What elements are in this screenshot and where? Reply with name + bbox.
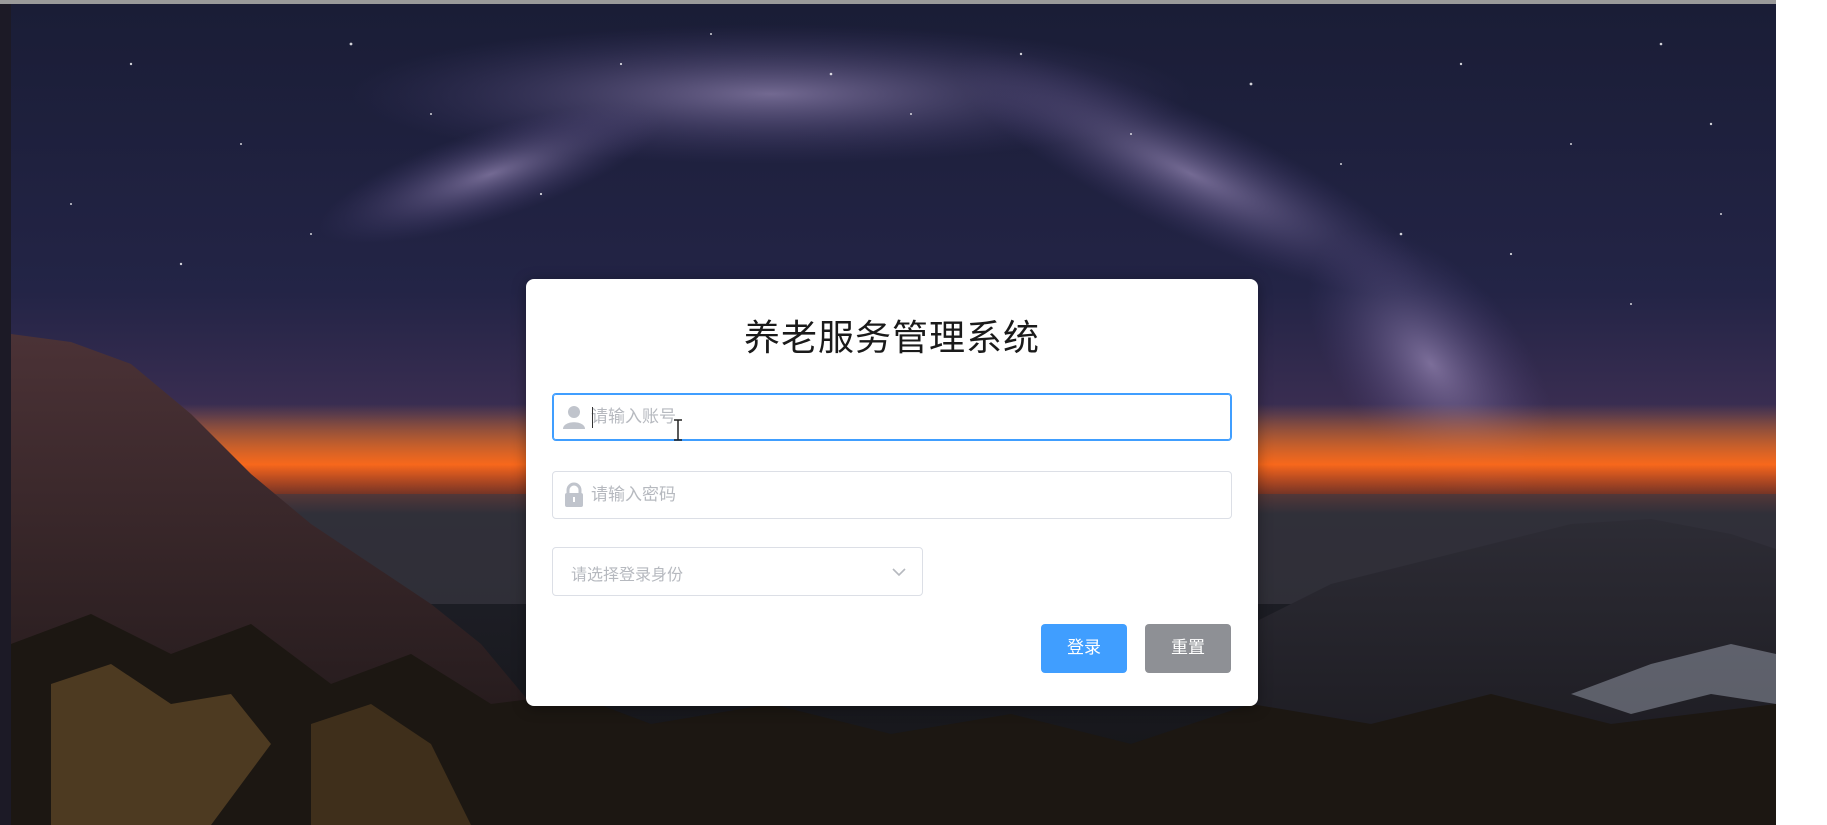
login-button[interactable]: 登录: [1041, 624, 1127, 673]
username-field[interactable]: [552, 393, 1232, 441]
username-input[interactable]: [591, 394, 1211, 440]
window-left-edge: [0, 4, 11, 825]
lock-icon: [561, 482, 587, 508]
password-input[interactable]: [591, 472, 1211, 518]
chevron-down-icon[interactable]: [890, 563, 908, 581]
system-title: 养老服务管理系统: [743, 318, 1040, 359]
role-select-placeholder: 请选择登录身份: [571, 565, 684, 584]
login-card: 养老服务管理系统 请选择登录身份: [526, 279, 1258, 706]
login-page: 养老服务管理系统 请选择登录身份: [0, 0, 1827, 825]
i-beam-cursor-icon: [672, 419, 684, 441]
text-caret: [592, 407, 593, 428]
user-icon: [561, 404, 587, 430]
password-field[interactable]: [552, 471, 1232, 519]
reset-button[interactable]: 重置: [1145, 624, 1231, 673]
role-select[interactable]: 请选择登录身份: [552, 547, 923, 596]
